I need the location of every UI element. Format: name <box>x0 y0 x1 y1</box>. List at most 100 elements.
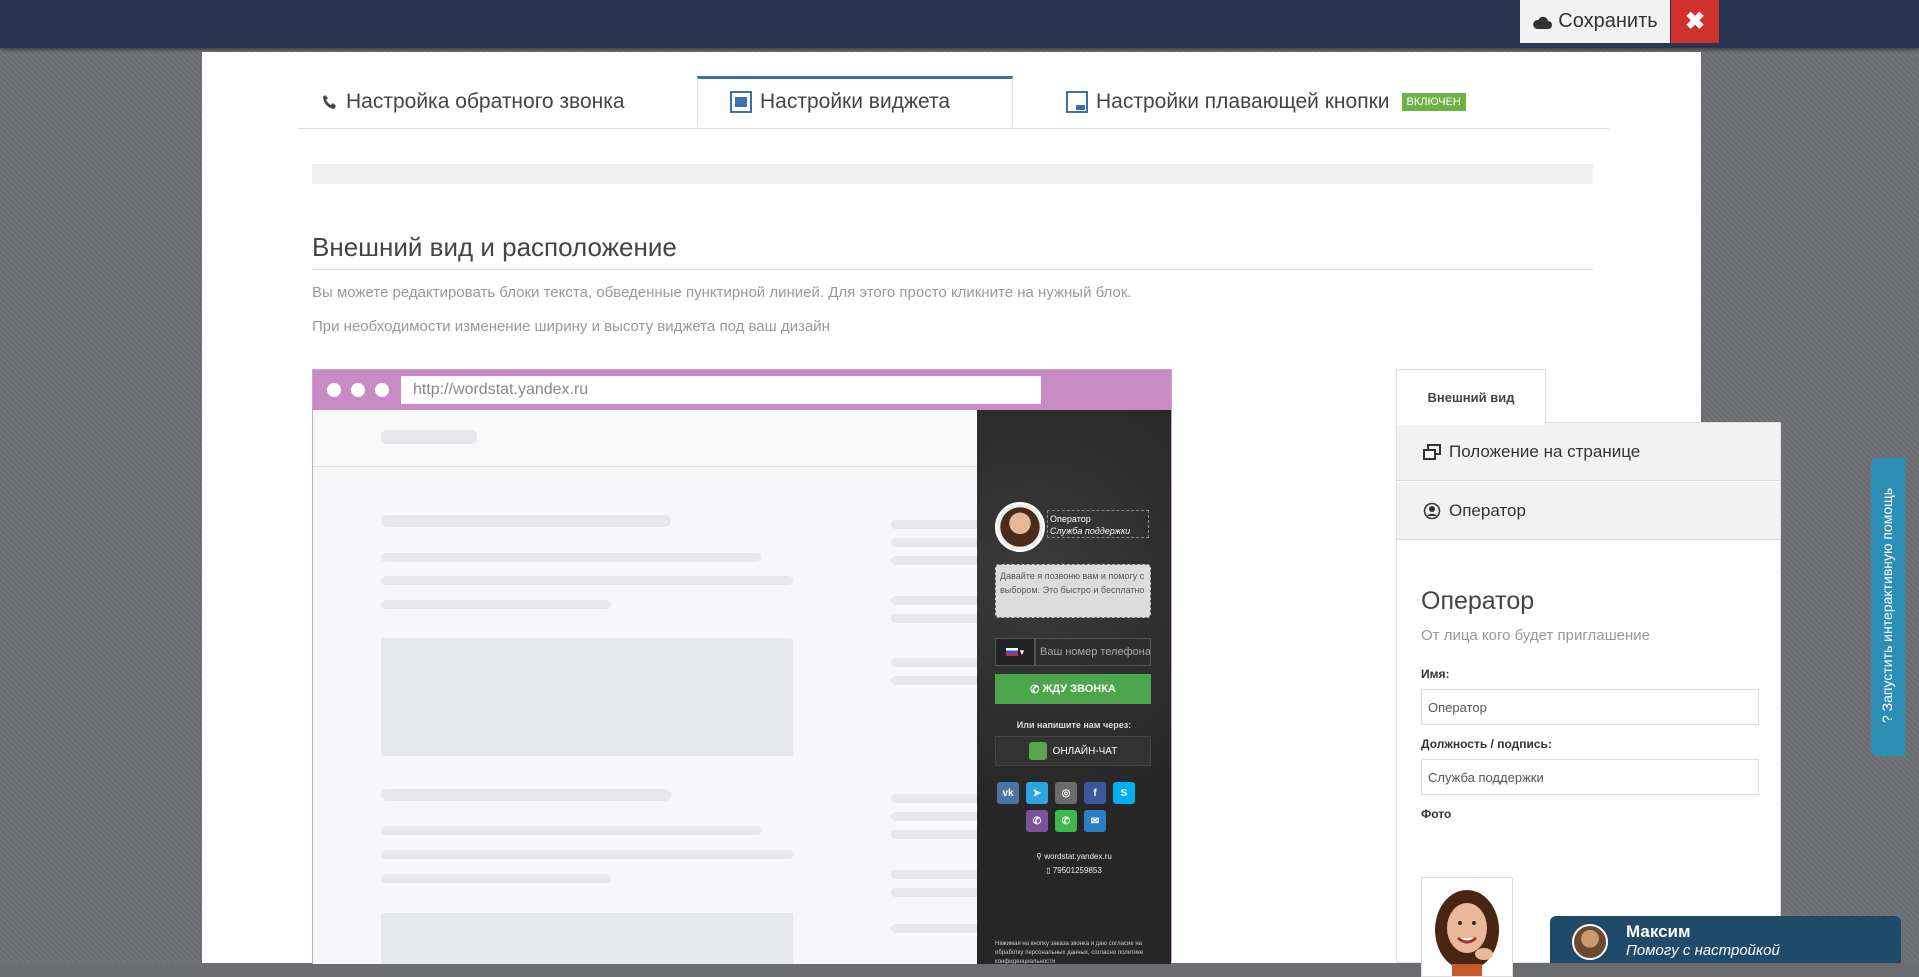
placeholder-line <box>891 538 981 547</box>
viber-icon[interactable]: ✆ <box>1026 810 1048 832</box>
interactive-help-tab[interactable]: ? Запустить интерактивную помощь <box>1871 458 1905 756</box>
tab-appearance[interactable]: Внешний вид <box>1396 369 1546 425</box>
placeholder-line <box>891 676 981 685</box>
tab-callback-settings[interactable]: Настройка обратного звонка <box>322 76 625 128</box>
placeholder-line <box>891 658 981 667</box>
section-title: Внешний вид и расположение <box>312 232 1593 270</box>
placeholder-line <box>381 515 671 527</box>
url-bar: http://wordstat.yandex.ru <box>401 376 1041 404</box>
site-address: ⚲ wordstat.yandex.ru <box>977 852 1171 861</box>
widget-preview-browser: http://wordstat.yandex.ru Оператор Служб… <box>312 369 1172 964</box>
placeholder-line <box>891 830 981 839</box>
close-button[interactable]: ✖ <box>1671 0 1719 43</box>
operator-name-block[interactable]: Оператор Служба поддержки <box>1047 510 1149 538</box>
site-header-placeholder <box>313 410 977 467</box>
save-button-label: Сохранить <box>1558 10 1658 32</box>
form-title: Оператор <box>1421 587 1535 615</box>
window-dot <box>375 383 389 397</box>
operator-photo-image <box>1422 878 1512 976</box>
appearance-panel: Положение на странице Оператор Оператор … <box>1396 422 1781 977</box>
call-button-label: ЖДУ ЗВОНКА <box>1042 683 1116 695</box>
or-text: Или напишите нам через: <box>1016 720 1132 730</box>
placeholder-line <box>381 576 793 585</box>
user-circle-icon <box>1423 502 1441 519</box>
invite-bubble[interactable]: Давайте я позвоню вам и помогу с выбором… <box>995 564 1151 618</box>
operator-avatar <box>995 502 1045 552</box>
help-text: При необходимости изменение ширину и выс… <box>312 318 830 335</box>
cloud-icon <box>1533 16 1553 29</box>
placeholder-line <box>891 794 981 803</box>
chat-button-label: ОНЛАЙН-ЧАТ <box>1052 745 1118 757</box>
name-input[interactable] <box>1421 689 1759 725</box>
placeholder-line <box>891 888 981 897</box>
telegram-icon[interactable]: ➤ <box>1026 782 1048 804</box>
help-tab-label: ? Запустить интерактивную помощь <box>1879 488 1895 724</box>
phone-input[interactable]: Ваш номер телефона <box>1035 638 1151 666</box>
status-badge: ВКЛЮЧЕН <box>1401 93 1466 111</box>
online-chat-button[interactable]: ОНЛАЙН-ЧАТ <box>995 736 1151 766</box>
chevron-down-icon: ▾ <box>1019 646 1025 657</box>
window-dot <box>327 383 341 397</box>
placeholder-line <box>381 553 761 562</box>
placeholder-block <box>381 913 793 964</box>
placeholder-line <box>891 556 981 565</box>
phone-row: ▾ Ваш номер телефона <box>995 638 1151 666</box>
site-phone: ▯ 79501259853 <box>977 866 1171 875</box>
placeholder-line <box>381 874 611 883</box>
placeholder-line <box>381 850 793 859</box>
country-select[interactable]: ▾ <box>995 638 1035 666</box>
chat-icon <box>1028 742 1047 760</box>
accordion-operator[interactable]: Оператор <box>1397 482 1780 540</box>
info-strip <box>312 164 1593 184</box>
whatsapp-icon[interactable]: ✆ <box>1055 810 1077 832</box>
placeholder-line <box>891 924 981 933</box>
placeholder-line <box>891 870 981 879</box>
tab-bar: Настройка обратного звонка Настройки вид… <box>298 76 1609 129</box>
avatar <box>1572 924 1608 960</box>
site-phone-text: 79501259853 <box>1052 866 1102 875</box>
instagram-icon[interactable]: ◎ <box>1055 782 1077 804</box>
accordion-label: Оператор <box>1449 500 1526 520</box>
floating-button-icon <box>1066 91 1088 113</box>
tab-floating-button-settings[interactable]: Настройки плавающей кнопки ВКЛЮЧЕН <box>1066 76 1466 128</box>
chat-agent-subtitle: Помогу с настройкой <box>1626 942 1780 959</box>
skype-icon[interactable]: S <box>1113 782 1135 804</box>
settings-panel: Настройка обратного звонка Настройки вид… <box>202 52 1781 977</box>
placeholder-block <box>381 638 793 756</box>
role-input[interactable] <box>1421 759 1759 795</box>
operator-role: Служба поддержки <box>1050 526 1131 536</box>
save-button[interactable]: Сохранить <box>1520 0 1670 43</box>
operator-name: Оператор <box>1050 514 1091 524</box>
name-label: Имя: <box>1421 667 1450 681</box>
placeholder-line <box>891 812 981 821</box>
call-request-button[interactable]: ✆ ЖДУ ЗВОНКА <box>995 674 1151 704</box>
placeholder-line <box>381 600 611 609</box>
placeholder-line <box>381 826 761 835</box>
chat-agent-name: Максим <box>1626 922 1691 941</box>
placeholder-line <box>891 520 981 529</box>
tab-label: Настройки плавающей кнопки <box>1096 90 1390 113</box>
photo-label: Фото <box>1421 807 1452 821</box>
flag-ru-icon <box>1005 648 1018 656</box>
tab-widget-settings[interactable]: Настройки виджета <box>697 76 1013 126</box>
top-bar: Сохранить ✖ <box>0 0 1919 48</box>
email-icon[interactable]: ✉ <box>1084 810 1106 832</box>
vk-icon[interactable]: vk <box>997 782 1019 804</box>
placeholder-line <box>381 789 671 801</box>
operator-photo[interactable] <box>1421 877 1513 977</box>
accordion-position[interactable]: Положение на странице <box>1397 423 1780 481</box>
help-text: Вы можете редактировать блоки текста, об… <box>312 284 1132 301</box>
tab-label: Настройка обратного звонка <box>346 90 625 113</box>
phone-icon: ✆ <box>1030 683 1040 696</box>
tab-label: Настройки виджета <box>760 90 951 113</box>
form-subtitle: От лица кого будет приглашение <box>1421 627 1651 644</box>
support-chat-card[interactable]: Максим Помогу с настройкой <box>1550 916 1901 963</box>
facebook-icon[interactable]: f <box>1084 782 1106 804</box>
placeholder-line <box>381 430 477 444</box>
accordion-label: Положение на странице <box>1449 441 1641 461</box>
placeholder-line <box>891 596 981 605</box>
browser-header: http://wordstat.yandex.ru <box>313 370 1171 410</box>
widget-icon <box>730 91 752 113</box>
legal-text: Нажимая на кнопку заказа звонка я даю со… <box>995 941 1144 964</box>
phone-icon <box>323 95 336 109</box>
